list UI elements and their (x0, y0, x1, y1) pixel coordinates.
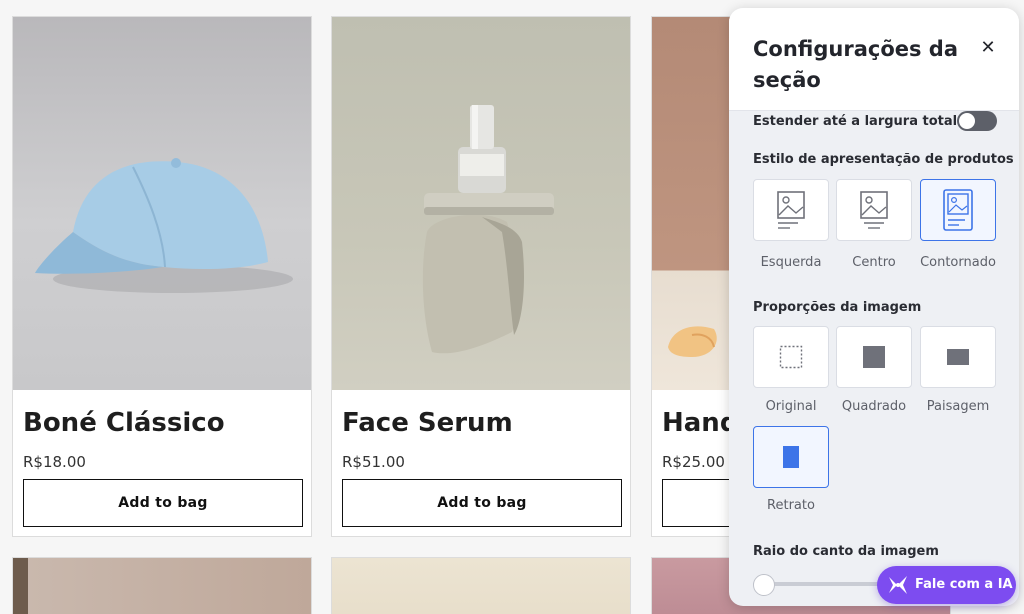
product-card: Face Serum R$51.00 Add to bag (331, 16, 631, 537)
ratio-option-original[interactable] (753, 326, 829, 388)
add-to-bag-button[interactable]: Add to bag (342, 479, 622, 527)
section-settings-panel: Configurações da seção ✕ Estender até a … (729, 8, 1019, 606)
ratio-caption: Quadrado (841, 399, 907, 414)
style-option-center[interactable] (836, 179, 912, 241)
radius-slider-handle[interactable] (753, 574, 775, 596)
product-card (331, 557, 631, 614)
add-to-bag-button[interactable]: Add to bag (23, 479, 303, 527)
product-price: R$51.00 (342, 453, 405, 471)
style-caption: Esquerda (760, 255, 822, 270)
ai-chat-button[interactable]: Fale com a IA (877, 566, 1016, 604)
stretch-label: Estender até a largura total (753, 114, 958, 129)
sparkle-icon (889, 576, 907, 594)
landscape-icon (947, 349, 969, 365)
toggle-knob (959, 113, 975, 129)
image-outlined-icon (943, 189, 973, 231)
image-center-icon (860, 191, 888, 229)
radius-label: Raio do canto da imagem (753, 544, 939, 559)
square-icon (863, 346, 885, 368)
ai-chat-label: Fale com a IA (915, 577, 1013, 592)
ratio-caption: Retrato (767, 498, 815, 513)
ratio-option-portrait[interactable] (753, 426, 829, 488)
dotted-square-icon (779, 345, 803, 369)
ratio-caption: Original (765, 399, 817, 414)
ratio-option-square[interactable] (836, 326, 912, 388)
product-title[interactable]: Face Serum (342, 408, 513, 438)
serum-illustration (422, 105, 554, 354)
product-card: Boné Clássico R$18.00 Add to bag (12, 16, 312, 537)
style-option-outlined[interactable] (920, 179, 996, 241)
image-left-icon (777, 191, 805, 229)
portrait-icon (783, 446, 799, 468)
product-card (12, 557, 312, 614)
stretch-toggle[interactable] (957, 111, 997, 131)
panel-title: Configurações da seção (753, 37, 958, 92)
style-caption: Contornado (920, 255, 996, 270)
product-price: R$18.00 (23, 453, 86, 471)
ratio-option-landscape[interactable] (920, 326, 996, 388)
style-label: Estilo de apresentação de produtos (753, 152, 1014, 167)
panel-header: Configurações da seção ✕ (729, 8, 1019, 111)
ratio-label: Proporções da imagem (753, 300, 922, 315)
product-title[interactable]: Hand (662, 408, 738, 438)
close-icon[interactable]: ✕ (977, 36, 999, 58)
product-image[interactable] (13, 17, 311, 390)
style-caption: Centro (852, 255, 896, 270)
product-title[interactable]: Boné Clássico (23, 408, 225, 438)
product-image[interactable] (332, 17, 630, 390)
product-price: R$25.00 (662, 453, 725, 471)
style-option-left[interactable] (753, 179, 829, 241)
cap-illustration (35, 158, 293, 293)
ratio-caption: Paisagem (926, 399, 990, 414)
storefront-editor: Boné Clássico R$18.00 Add to bag Face Se… (0, 0, 1024, 614)
